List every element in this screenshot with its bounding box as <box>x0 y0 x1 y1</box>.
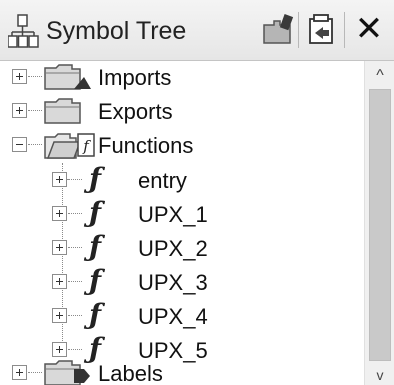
tree-node-labels[interactable]: Labels <box>0 357 364 385</box>
export-tree-button[interactable] <box>304 13 338 47</box>
tree-node-label: Labels <box>98 361 163 385</box>
symbol-tree-panel: Symbol Tree ✕ Imports Exports f Function… <box>0 0 394 385</box>
tree-connector <box>28 76 42 77</box>
snapshot-icon <box>263 14 294 44</box>
tree-node-exports[interactable]: Exports <box>0 95 364 127</box>
tree-connector <box>68 281 82 282</box>
function-node-upx-1[interactable]: ƒ UPX_1 <box>0 196 364 230</box>
expand-toggle[interactable] <box>52 206 67 221</box>
expand-toggle[interactable] <box>52 308 67 323</box>
tree-node-label: Imports <box>98 65 172 90</box>
tree-node-label: UPX_1 <box>138 202 208 227</box>
function-icon: ƒ <box>88 196 102 229</box>
expand-toggle[interactable] <box>12 69 27 84</box>
snapshot-button[interactable] <box>260 13 294 47</box>
function-icon: ƒ <box>88 264 102 297</box>
close-button[interactable]: ✕ <box>352 9 386 49</box>
expand-toggle[interactable] <box>52 274 67 289</box>
close-icon: ✕ <box>354 9 384 49</box>
function-node-upx-2[interactable]: ƒ UPX_2 <box>0 230 364 264</box>
tree-connector <box>28 110 42 111</box>
exports-folder-icon <box>44 98 81 124</box>
expand-toggle[interactable] <box>52 342 67 357</box>
tree-connector <box>28 372 42 373</box>
expand-toggle[interactable] <box>52 240 67 255</box>
vertical-scrollbar[interactable]: ^ v <box>364 61 394 385</box>
tree-connector <box>68 247 82 248</box>
symbol-tree-icon <box>8 14 39 48</box>
tree-connector <box>68 315 82 316</box>
scroll-thumb[interactable] <box>369 89 391 361</box>
tree-connector <box>68 179 82 180</box>
functions-folder-icon: f <box>44 133 95 159</box>
tree-node-label: UPX_2 <box>138 236 208 261</box>
symbol-tree: Imports Exports f Functions ƒ entry ƒ UP… <box>0 61 364 385</box>
tree-node-label: entry <box>138 168 187 193</box>
panel-title: Symbol Tree <box>46 17 187 45</box>
title-bar: Symbol Tree ✕ <box>0 0 394 61</box>
tree-node-imports[interactable]: Imports <box>0 61 364 93</box>
expand-toggle[interactable] <box>52 172 67 187</box>
expand-toggle[interactable] <box>12 365 27 380</box>
labels-folder-icon <box>44 360 90 385</box>
tree-node-label: UPX_4 <box>138 304 208 329</box>
collapse-toggle[interactable] <box>12 137 27 152</box>
tree-node-functions[interactable]: f Functions <box>0 129 364 161</box>
function-icon: ƒ <box>88 298 102 331</box>
tree-connector <box>28 144 42 145</box>
scroll-down-button[interactable]: v <box>365 365 394 385</box>
tree-node-label: UPX_3 <box>138 270 208 295</box>
tree-connector <box>68 349 82 350</box>
toolbar-separator <box>344 12 345 48</box>
export-tree-icon <box>309 14 333 44</box>
tree-node-label: Functions <box>98 133 194 158</box>
scroll-up-button[interactable]: ^ <box>365 61 394 89</box>
tree-node-label: Exports <box>98 99 173 124</box>
tree-connector <box>68 213 82 214</box>
function-icon: ƒ <box>88 162 102 195</box>
function-node-upx-4[interactable]: ƒ UPX_4 <box>0 298 364 332</box>
expand-toggle[interactable] <box>12 103 27 118</box>
function-icon: ƒ <box>88 230 102 263</box>
toolbar-separator <box>298 12 299 48</box>
imports-folder-icon <box>44 64 91 90</box>
function-node-entry[interactable]: ƒ entry <box>0 162 364 196</box>
function-node-upx-3[interactable]: ƒ UPX_3 <box>0 264 364 298</box>
